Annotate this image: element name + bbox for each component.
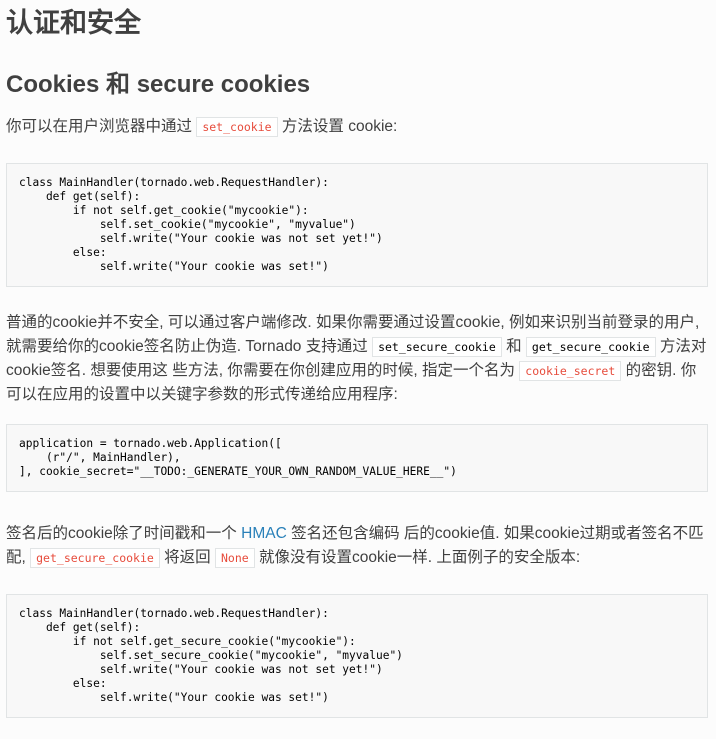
para3-text-1: 签名后的cookie除了时间戳和一个 xyxy=(6,525,237,542)
section-heading: Cookies 和 secure cookies xyxy=(6,71,311,98)
para3-text-3: 将返回 xyxy=(164,549,211,566)
para2-text-2: 和 xyxy=(506,338,522,355)
inline-code-get-secure-cookie-2: get_secure_cookie xyxy=(30,548,160,568)
inline-code-cookie-secret: cookie_secret xyxy=(519,361,622,381)
page-title: 认证和安全 xyxy=(6,8,141,38)
inline-code-none: None xyxy=(214,548,255,568)
code-block-set-cookie: class MainHandler(tornado.web.RequestHan… xyxy=(6,163,708,287)
code-block-secure-cookie: class MainHandler(tornado.web.RequestHan… xyxy=(6,594,708,718)
inline-code-set-secure-cookie: set_secure_cookie xyxy=(372,337,502,357)
hmac-link[interactable]: HMAC xyxy=(241,525,287,542)
para3-text-4: 就像没有设置cookie一样. 上面例子的安全版本: xyxy=(258,549,581,566)
intro-text-after: 方法设置 cookie: xyxy=(281,118,398,135)
document-content: 认证和安全 Cookies 和 secure cookies 你可以在用户浏览器… xyxy=(6,0,708,718)
signed-cookie-paragraph: 签名后的cookie除了时间戳和一个 HMAC 签名还包含编码 后的cookie… xyxy=(6,522,708,570)
intro-text-before: 你可以在用户浏览器中通过 xyxy=(6,118,193,135)
code-block-application: application = tornado.web.Application([ … xyxy=(6,424,708,492)
intro-paragraph: 你可以在用户浏览器中通过 set_cookie 方法设置 cookie: xyxy=(6,115,708,139)
secure-cookie-paragraph: 普通的cookie并不安全, 可以通过客户端修改. 如果你需要通过设置cooki… xyxy=(6,311,708,407)
inline-code-get-secure-cookie: get_secure_cookie xyxy=(525,337,656,357)
inline-code-set-cookie: set_cookie xyxy=(196,117,278,137)
